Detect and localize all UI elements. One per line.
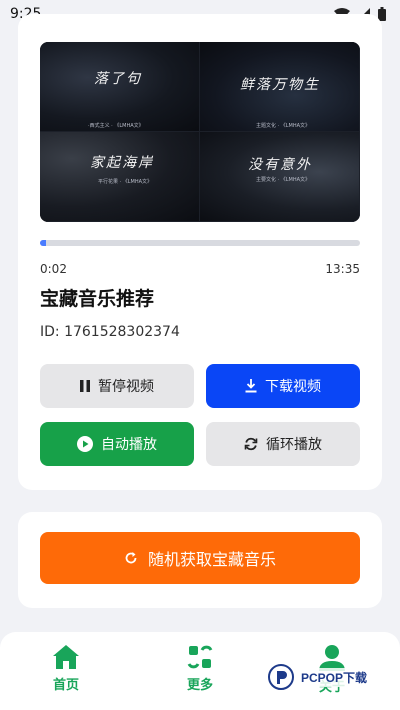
pause-video-button[interactable]: 暂停视频 bbox=[40, 364, 194, 408]
still-subtitle: 主要文化 · 《LMHA文》 bbox=[256, 177, 311, 183]
nav-item-more[interactable]: 更多 bbox=[160, 644, 240, 693]
still-subtitle: 平行花果 · 《LMHA文》 bbox=[98, 179, 153, 185]
still-subtitle: ·西式主义 · 《LMHA文》 bbox=[88, 123, 144, 129]
watermark-logo: PCPOP下载 bbox=[268, 664, 371, 690]
refresh-icon bbox=[125, 552, 137, 564]
pause-video-label: 暂停视频 bbox=[98, 379, 154, 395]
random-music-button[interactable]: 随机获取宝藏音乐 bbox=[40, 532, 360, 584]
video-still-1: 落了句 ·西式主义 · 《LMHA文》 bbox=[40, 42, 200, 132]
download-video-label: 下载视频 bbox=[265, 379, 321, 395]
nav-item-home[interactable]: 首页 bbox=[26, 644, 106, 693]
play-circle-icon bbox=[77, 436, 93, 452]
random-music-card: 随机获取宝藏音乐 bbox=[18, 512, 382, 608]
home-icon bbox=[53, 645, 79, 669]
still-title: 鲜落万物生 bbox=[240, 77, 320, 93]
total-time: 13:35 bbox=[325, 262, 360, 276]
auto-play-label: 自动播放 bbox=[101, 437, 157, 453]
track-title: 宝藏音乐推荐 bbox=[40, 288, 155, 310]
current-time: 0:02 bbox=[40, 262, 67, 276]
still-subtitle: 主题文化 · 《LMHA文》 bbox=[256, 123, 311, 129]
more-apps-icon bbox=[187, 645, 213, 669]
random-music-label: 随机获取宝藏音乐 bbox=[147, 550, 276, 569]
download-icon bbox=[245, 379, 257, 393]
loop-play-label: 循环播放 bbox=[266, 437, 322, 453]
video-still-3: 家起海岸 平行花果 · 《LMHA文》 bbox=[40, 132, 200, 222]
still-title: 没有意外 bbox=[248, 157, 312, 173]
video-still-4: 没有意外 主要文化 · 《LMHA文》 bbox=[200, 132, 360, 222]
video-progress-fill bbox=[40, 240, 47, 246]
video-card: 落了句 ·西式主义 · 《LMHA文》 鲜落万物生 主题文化 · 《LMHA文》… bbox=[18, 14, 382, 490]
video-still-2: 鲜落万物生 主题文化 · 《LMHA文》 bbox=[200, 42, 360, 132]
track-id: ID: 1761528302374 bbox=[40, 324, 180, 340]
loop-icon bbox=[244, 437, 258, 451]
auto-play-button[interactable]: 自动播放 bbox=[40, 422, 194, 466]
video-progress-bar[interactable] bbox=[40, 240, 360, 246]
pause-icon bbox=[80, 380, 90, 392]
video-player[interactable]: 落了句 ·西式主义 · 《LMHA文》 鲜落万物生 主题文化 · 《LMHA文》… bbox=[40, 42, 360, 222]
nav-home-label: 首页 bbox=[52, 678, 79, 693]
pcpop-logo-icon bbox=[268, 664, 294, 690]
download-video-button[interactable]: 下载视频 bbox=[206, 364, 360, 408]
watermark-text: PCPOP下载 bbox=[298, 667, 371, 687]
still-title: 家起海岸 bbox=[90, 155, 154, 171]
nav-more-label: 更多 bbox=[186, 678, 213, 693]
loop-play-button[interactable]: 循环播放 bbox=[206, 422, 360, 466]
still-title: 落了句 bbox=[94, 71, 142, 87]
